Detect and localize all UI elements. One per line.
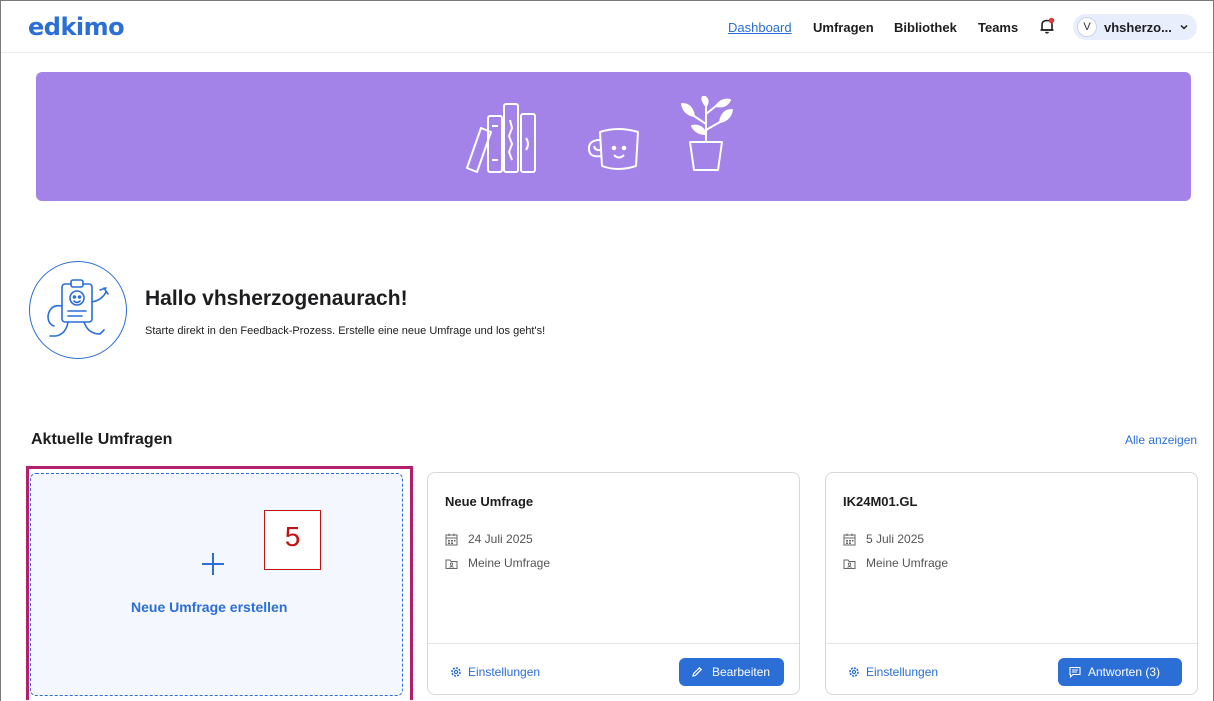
create-survey-label[interactable]: Neue Umfrage erstellen [131,599,287,615]
show-all-link[interactable]: Alle anzeigen [1125,433,1197,447]
user-menu[interactable]: V vhsherzo... [1073,14,1197,40]
survey-card[interactable]: IK24M01.GL 5 Juli 2025 Meine Umfrage Ein… [825,472,1198,695]
nav-dashboard[interactable]: Dashboard [728,20,792,35]
responses-button-label: Antworten (3) [1088,665,1161,679]
plus-icon [202,553,224,575]
chevron-down-icon [1180,24,1188,30]
nav-teams[interactable]: Teams [978,20,1018,35]
settings-label: Einstellungen [866,665,939,679]
nav-umfragen[interactable]: Umfragen [813,20,874,35]
nav-bibliothek[interactable]: Bibliothek [894,20,957,35]
dashboard-banner [36,72,1191,201]
edit-button-label: Bearbeiten [712,665,771,679]
folder-icon [445,559,458,569]
survey-folder: Meine Umfrage [468,556,551,570]
pencil-icon [692,666,703,677]
settings-label: Einstellungen [468,665,541,679]
mascot-illustration [29,261,127,359]
responses-button[interactable]: Antworten (3) [1058,658,1182,686]
greeting-title: Hallo vhsherzogenaurach! [145,287,408,310]
user-name: vhsherzo... [1104,20,1172,35]
survey-date: 24 Juli 2025 [468,532,533,546]
card-divider [826,643,1197,644]
bell-icon[interactable] [1038,17,1056,35]
section-title-current-surveys: Aktuelle Umfragen [31,431,173,448]
survey-title[interactable]: Neue Umfrage [445,494,533,509]
calendar-icon [843,533,856,546]
app-window: edkimo Dashboard Umfragen Bibliothek Tea… [0,0,1214,701]
plant-illustration [681,96,733,171]
user-avatar: V [1077,17,1097,37]
card-divider [428,643,799,644]
notification-dot [1048,17,1055,24]
step-number: 5 [284,521,301,552]
greeting-subtitle: Starte direkt in den Feedback-Prozess. E… [145,325,546,337]
survey-folder: Meine Umfrage [866,556,949,570]
folder-icon [843,559,856,569]
top-navigation-bar: edkimo Dashboard Umfragen Bibliothek Tea… [1,1,1213,53]
books-illustration [466,103,536,173]
gear-icon [451,667,461,677]
step-marker: 5 [264,510,321,570]
survey-card[interactable]: Neue Umfrage 24 Juli 2025 Meine Umfrage [427,472,800,695]
mug-illustration [587,128,639,170]
edit-button[interactable]: Bearbeiten [679,658,784,686]
create-survey-card[interactable] [30,473,403,696]
comment-icon [1069,666,1081,678]
survey-title[interactable]: IK24M01.GL [843,494,917,509]
calendar-icon [445,533,458,546]
edkimo-logo[interactable]: edkimo [28,13,125,41]
survey-date: 5 Juli 2025 [866,532,925,546]
gear-icon [849,667,859,677]
